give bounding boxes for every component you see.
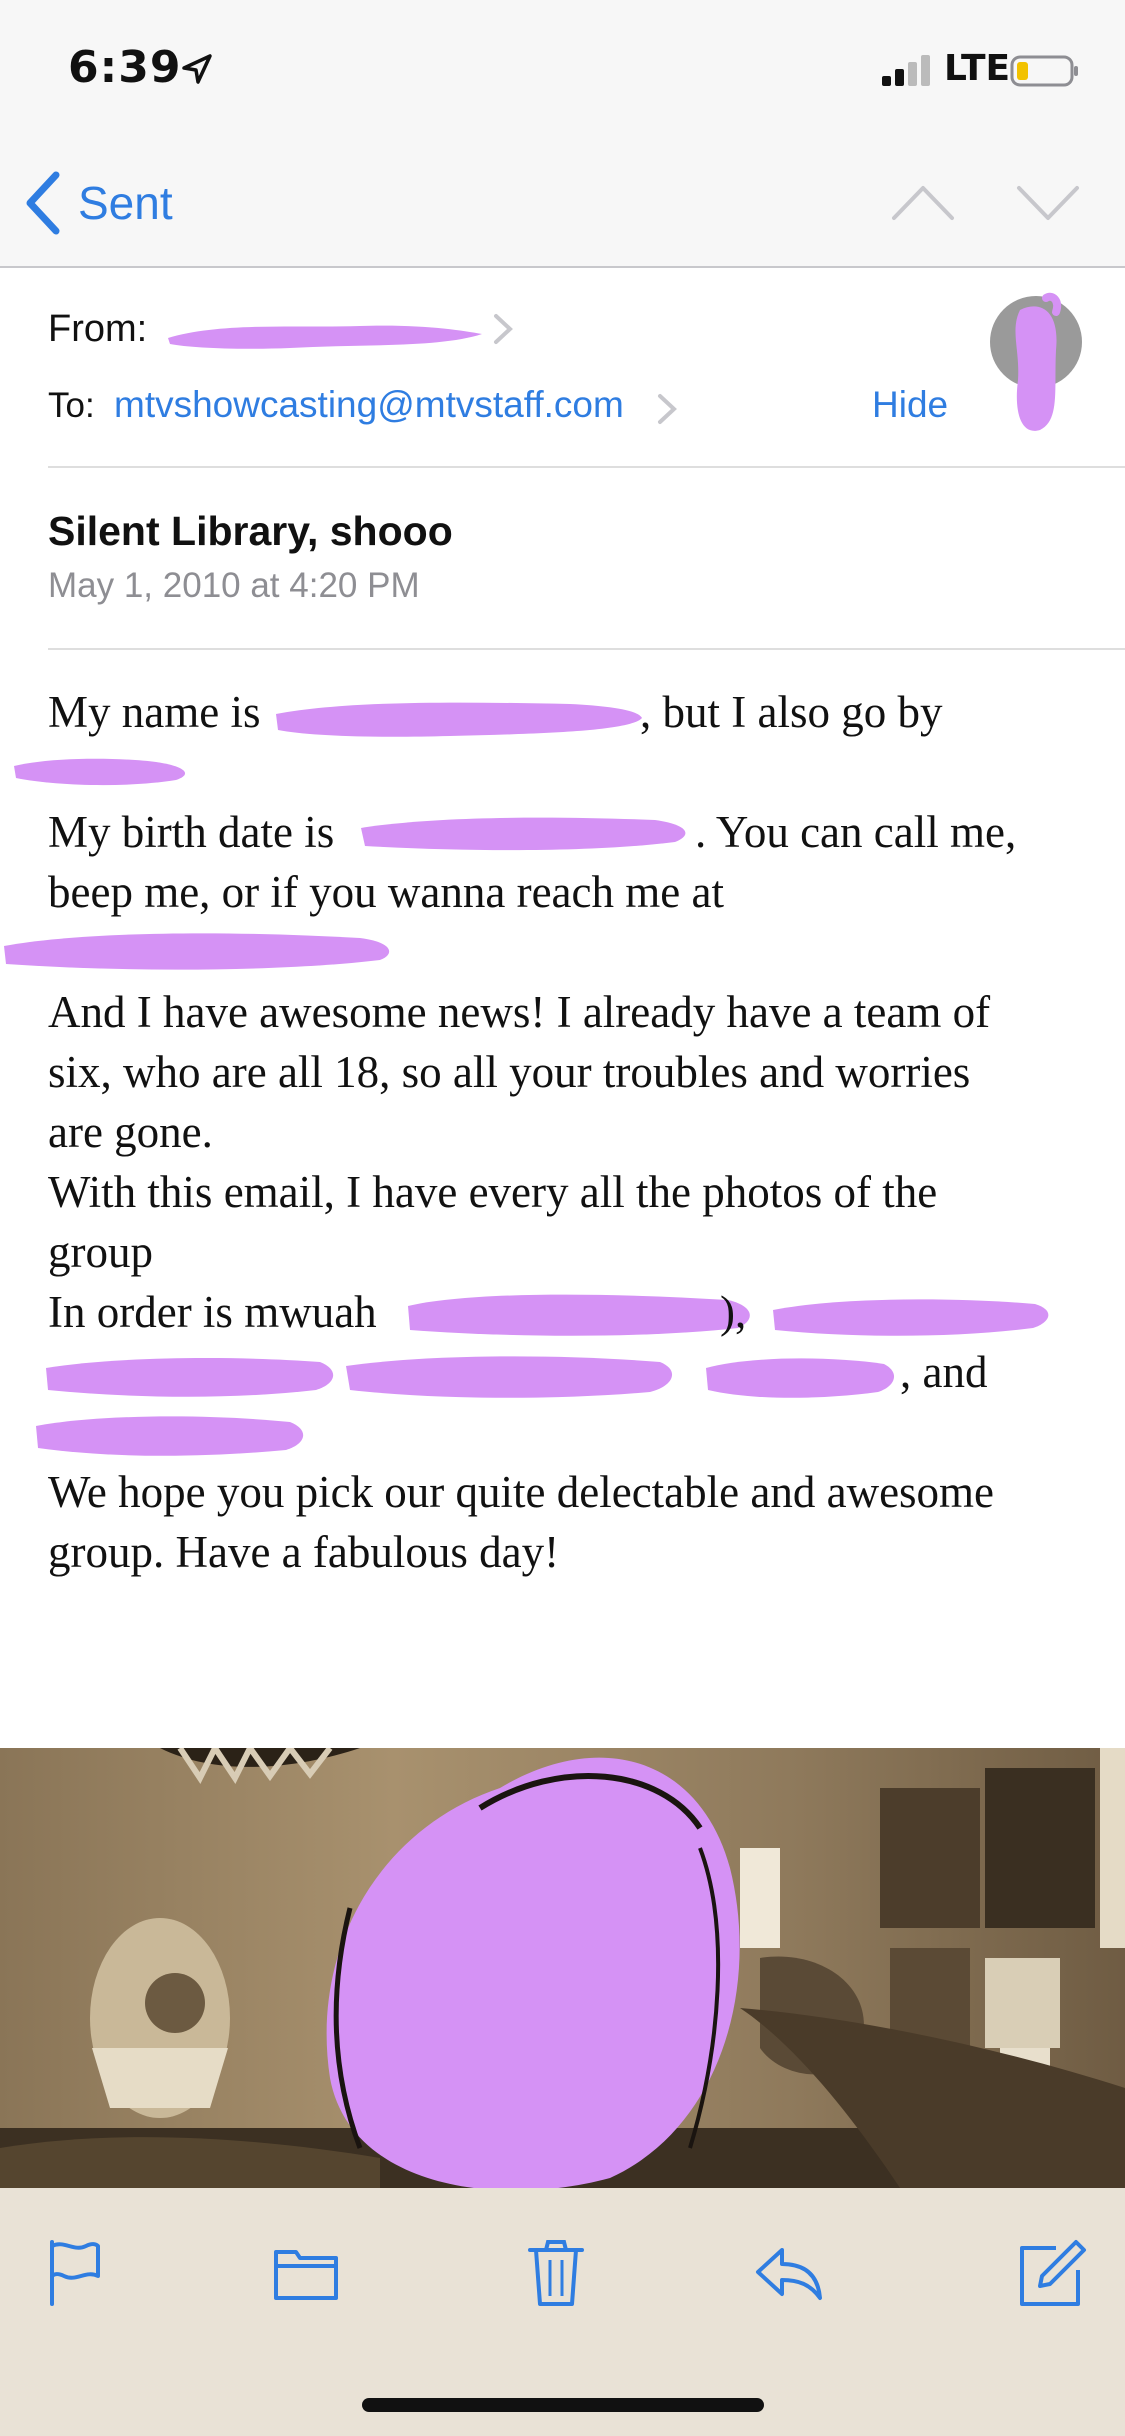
previous-message-button[interactable] <box>890 180 956 224</box>
next-message-button[interactable] <box>1015 180 1081 224</box>
body-line: group <box>48 1227 153 1277</box>
body-line: group. Have a fabulous day! <box>48 1527 560 1577</box>
folder-icon[interactable] <box>270 2236 342 2308</box>
flag-icon[interactable] <box>40 2236 112 2308</box>
body-line: beep me, or if you wanna reach me at <box>48 867 724 917</box>
message-subject: Silent Library, shooo <box>48 508 453 554</box>
chevron-left-icon <box>26 171 60 235</box>
body-text: . You can call me, <box>695 807 1017 857</box>
navigation-bar: Sent <box>0 140 1125 268</box>
body-line: , but I also go by <box>640 686 942 738</box>
body-text: In order is mwuah <box>48 1287 377 1337</box>
chevron-right-icon[interactable] <box>490 310 516 348</box>
back-button[interactable]: Sent <box>22 166 173 240</box>
chevron-right-icon[interactable] <box>654 390 680 428</box>
cellular-signal-icon <box>882 55 930 86</box>
body-line: My birth date is <box>48 806 334 858</box>
trash-icon[interactable] <box>520 2236 592 2308</box>
redaction-scribble <box>706 1358 895 1398</box>
battery-icon <box>1010 55 1078 87</box>
body-text: , but I also go by <box>640 687 943 737</box>
reply-icon[interactable] <box>752 2236 824 2308</box>
redaction-scribble <box>276 702 642 737</box>
redaction-scribble <box>4 933 390 970</box>
divider <box>48 466 1125 468</box>
redaction-scribble <box>361 817 686 851</box>
body-text: , and <box>900 1347 988 1397</box>
avatar <box>990 292 1082 431</box>
hide-details-button[interactable]: Hide <box>872 384 948 426</box>
compose-icon[interactable] <box>1016 2236 1088 2308</box>
photo-image <box>0 1748 1125 2188</box>
to-label: To: <box>48 386 95 425</box>
redaction-scribble <box>36 1416 304 1456</box>
network-type: LTE <box>944 48 1011 89</box>
location-arrow-icon <box>182 54 212 84</box>
home-indicator[interactable] <box>362 2398 764 2412</box>
redaction-scribble <box>346 1356 673 1398</box>
body-line: are gone. <box>48 1107 213 1157</box>
status-bar: 6:39 LTE <box>0 0 1125 140</box>
body-line: With this email, I have every all the ph… <box>48 1167 938 1217</box>
from-label: From: <box>48 308 148 350</box>
body-text: ), <box>720 1287 747 1337</box>
recipient-address[interactable]: mtvshowcasting@mtvstaff.com <box>114 384 624 426</box>
redaction-scribble <box>168 325 482 349</box>
redaction-scribble <box>46 1358 334 1397</box>
body-line: . You can call me, <box>695 806 1016 858</box>
message-date: May 1, 2010 at 4:20 PM <box>48 566 420 605</box>
body-line: We hope you pick our quite delectable an… <box>48 1467 995 1517</box>
body-text: My birth date is <box>48 807 335 857</box>
body-line: ), <box>720 1286 746 1338</box>
divider <box>48 648 1125 650</box>
attached-photo[interactable] <box>0 1748 1125 2188</box>
body-line: , and <box>900 1346 987 1398</box>
body-line: In order is mwuah <box>48 1286 377 1338</box>
redaction-scribble <box>14 758 186 786</box>
body-line: six, who are all 18, so all your trouble… <box>48 1047 971 1097</box>
redaction-scribble <box>773 1299 1049 1336</box>
body-line: And I have awesome news! I already have … <box>48 987 991 1037</box>
redaction-scribble <box>408 1294 750 1336</box>
status-time: 6:39 <box>68 42 182 93</box>
message-header: From: To: mtvshowcasting@mtvstaff.com Hi… <box>0 268 1125 468</box>
back-label: Sent <box>78 177 173 229</box>
body-line: My name is <box>48 686 260 738</box>
body-text: My name is <box>48 687 261 737</box>
